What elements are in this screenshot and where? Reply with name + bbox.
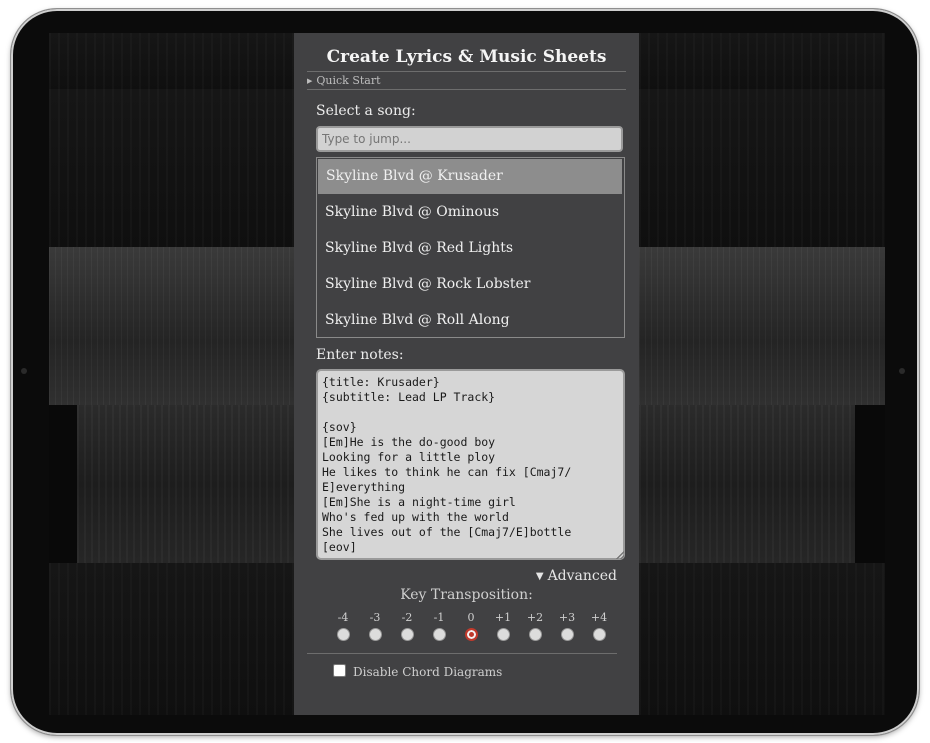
disable-chord-diagrams-label[interactable]: Disable Chord Diagrams xyxy=(353,665,502,679)
transpose-option[interactable]: +2 xyxy=(519,611,551,641)
quick-start-label: Quick Start xyxy=(316,74,381,87)
transpose-option-label: +3 xyxy=(558,611,576,624)
tablet-side-dot xyxy=(899,368,905,374)
transpose-option-label: +4 xyxy=(590,611,608,624)
song-option[interactable]: Skyline Blvd @ Roll Along xyxy=(317,302,624,337)
wood-tile xyxy=(639,89,885,247)
song-list[interactable]: Skyline Blvd @ Krusader Skyline Blvd @ O… xyxy=(316,157,625,338)
transpose-option[interactable]: -1 xyxy=(423,611,455,641)
song-option[interactable]: Skyline Blvd @ Ominous xyxy=(317,194,624,230)
page-title: Create Lyrics & Music Sheets xyxy=(326,47,607,67)
wood-tile xyxy=(639,405,855,563)
transpose-radio[interactable] xyxy=(432,628,446,641)
tablet-side-dot xyxy=(21,368,27,374)
transpose-option-label: -4 xyxy=(337,611,349,624)
transpose-option-label: +2 xyxy=(526,611,544,624)
transpose-radio[interactable] xyxy=(496,628,510,641)
lyrics-panel: Create Lyrics & Music Sheets ▶ Quick Star… xyxy=(294,33,639,715)
resize-handle-icon[interactable] xyxy=(616,551,624,559)
wood-tile xyxy=(77,405,294,563)
transpose-option[interactable]: +3 xyxy=(551,611,583,641)
transpose-option[interactable]: -3 xyxy=(359,611,391,641)
transpose-radio[interactable] xyxy=(592,628,606,641)
song-option[interactable]: Skyline Blvd @ Rock Lobster xyxy=(317,266,624,302)
song-option[interactable]: Skyline Blvd @ Red Lights xyxy=(317,230,624,266)
transpose-radio[interactable] xyxy=(368,628,382,641)
advanced-label: Advanced xyxy=(547,568,617,584)
wood-tile xyxy=(639,247,885,405)
transpose-option-label: 0 xyxy=(467,611,475,624)
quick-start-toggle[interactable]: ▶ Quick Start xyxy=(307,71,626,90)
triangle-right-icon: ▶ xyxy=(307,77,313,85)
transpose-option-label: +1 xyxy=(494,611,512,624)
key-transposition-label: Key Transposition: xyxy=(400,587,533,603)
enter-notes-label: Enter notes: xyxy=(316,347,404,363)
transpose-option[interactable]: -2 xyxy=(391,611,423,641)
transpose-radio[interactable] xyxy=(400,628,414,641)
select-song-label: Select a song: xyxy=(316,103,416,119)
song-search-input[interactable] xyxy=(316,126,623,152)
wood-tile xyxy=(49,563,294,715)
transpose-radio[interactable] xyxy=(528,628,542,641)
key-transposition-options: -4 -3 -2 -1 0 +1 +2 +3 +4 xyxy=(327,611,607,651)
wood-tile xyxy=(49,89,294,247)
triangle-down-icon: ▼ xyxy=(535,571,544,582)
divider xyxy=(307,653,617,654)
transpose-option[interactable]: +1 xyxy=(487,611,519,641)
transpose-option[interactable]: 0 xyxy=(455,611,487,641)
wood-tile xyxy=(49,247,294,405)
transpose-radio[interactable] xyxy=(336,628,350,641)
transpose-option[interactable]: +4 xyxy=(583,611,615,641)
wood-tile xyxy=(639,563,885,715)
transpose-radio[interactable] xyxy=(560,628,574,641)
wood-tile xyxy=(639,33,885,89)
song-option[interactable]: Skyline Blvd @ Krusader xyxy=(318,159,622,194)
transpose-option[interactable]: -4 xyxy=(327,611,359,641)
wood-tile xyxy=(49,33,294,89)
disable-chord-diagrams-checkbox[interactable] xyxy=(333,664,346,677)
notes-textarea[interactable]: {title: Krusader} {subtitle: Lead LP Tra… xyxy=(316,369,625,560)
transpose-option-label: -1 xyxy=(433,611,445,624)
transpose-option-label: -2 xyxy=(401,611,413,624)
transpose-radio-selected[interactable] xyxy=(464,628,478,641)
advanced-toggle[interactable]: ▼ Advanced xyxy=(536,568,617,584)
transpose-option-label: -3 xyxy=(369,611,381,624)
